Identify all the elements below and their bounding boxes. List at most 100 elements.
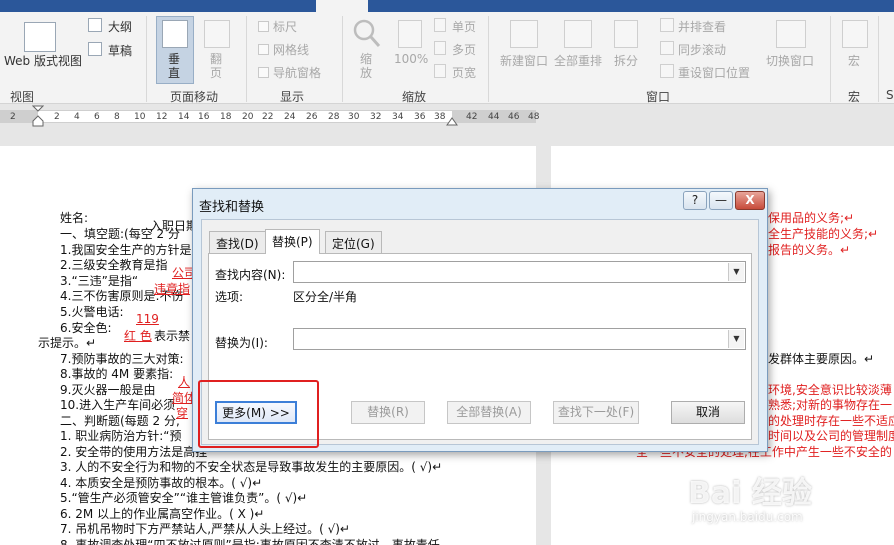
ribbon-tab-bar <box>0 0 894 12</box>
gridlines-label: 网格线 <box>273 43 310 57</box>
multi-page-icon <box>434 41 446 55</box>
one-page-icon <box>434 18 446 32</box>
hundred-percent-button[interactable]: 100% <box>394 52 428 66</box>
page-width-button[interactable]: 页宽 <box>452 64 476 81</box>
options-label: 选项: <box>215 290 244 304</box>
group-divider <box>146 16 147 102</box>
document-line: 10.进入生产车间必须 <box>60 398 176 412</box>
tab-view-active[interactable] <box>316 0 368 12</box>
reset-position-button[interactable]: 重设窗口位置 <box>678 64 750 81</box>
ruler-label: 标尺 <box>273 20 298 34</box>
draft-icon <box>88 42 102 56</box>
document-line: 8.事故的 4M 要素指: <box>60 367 174 381</box>
ruler-tick-label: 48 <box>528 112 540 122</box>
side-by-side-button[interactable]: 并排查看 <box>678 18 726 35</box>
help-button[interactable]: ? <box>683 191 707 210</box>
reset-position-icon <box>660 64 674 78</box>
ruler-tick-label: 22 <box>262 112 274 122</box>
replace-button[interactable]: 替换(R) <box>351 401 425 424</box>
document-line: 8. 事故调查处理“四不放过原则”是指:事故原因不查清不放过、事故责任 <box>60 538 440 545</box>
zoom-button[interactable]: 缩放 <box>360 52 374 80</box>
switch-windows-icon <box>776 20 806 48</box>
close-button[interactable]: X <box>735 191 765 210</box>
document-line: 保用品的义务;↵ <box>768 211 855 225</box>
replace-all-button[interactable]: 全部替换(A) <box>447 401 531 424</box>
violations-fragment: 违章指 <box>154 282 191 296</box>
watermark-logo: Bai 经验 <box>688 476 812 511</box>
ruler-tick-label: 4 <box>74 112 80 122</box>
cancel-button[interactable]: 取消 <box>671 401 745 424</box>
side-by-side-icon <box>660 18 674 32</box>
right-indent-marker-icon[interactable] <box>446 116 458 126</box>
document-line: 示提示。↵ <box>38 336 97 350</box>
group-label-macros: 宏 <box>848 90 861 104</box>
group-divider <box>342 16 343 102</box>
ruler-tick-label: 46 <box>508 112 520 122</box>
ruler-tick-label: 18 <box>220 112 232 122</box>
outline-button[interactable]: 大纲 <box>108 18 132 35</box>
sync-scroll-button[interactable]: 同步滚动 <box>678 41 726 58</box>
document-line: 5.火警电话: <box>60 305 124 319</box>
document-line: 1. 职业病防治方针:“预 <box>60 429 182 443</box>
indent-marker-icon[interactable] <box>32 105 44 127</box>
ruler-tick-label: 32 <box>370 112 382 122</box>
one-page-button[interactable]: 单页 <box>452 18 476 35</box>
checkbox-icon <box>258 44 269 55</box>
ruler-tick-label: 10 <box>134 112 146 122</box>
document-line: 发群体主要原因。↵ <box>768 352 875 366</box>
ruler-tick-label: 26 <box>306 112 318 122</box>
ruler-checkbox[interactable]: 标尺 <box>258 18 297 35</box>
tab-replace[interactable]: 替换(P) <box>265 229 320 254</box>
checkbox-icon <box>258 67 269 78</box>
new-window-button[interactable]: 新建窗口 <box>500 52 548 69</box>
ruler-tick-label: 42 <box>466 112 478 122</box>
chevron-down-icon[interactable]: ▼ <box>728 263 744 281</box>
arrange-all-button[interactable]: 全部重排 <box>554 52 602 69</box>
nav-pane-checkbox[interactable]: 导航窗格 <box>258 64 321 81</box>
document-line: 熟悉;对新的事物存在一 <box>768 398 893 412</box>
ruler-tick-label: 30 <box>348 112 360 122</box>
page-width-icon <box>434 64 446 78</box>
ruler-tick-label: 2 <box>54 112 60 122</box>
chevron-down-icon[interactable]: ▼ <box>728 330 744 348</box>
replace-input[interactable]: ▼ <box>293 328 746 350</box>
document-line: 3. 人的不安全行为和物的不安全状态是导致事故发生的主要原因。( √)↵ <box>60 460 443 474</box>
horizontal-ruler[interactable]: 2 2 4 6 8 10 12 14 16 18 20 22 24 26 28 30 32 34 36 38 42 44 4… <box>0 105 894 127</box>
draft-button[interactable]: 草稿 <box>108 42 132 59</box>
ruler-tick-label: 14 <box>178 112 190 122</box>
tab-goto[interactable]: 定位(G) <box>325 231 382 253</box>
web-layout-button[interactable]: Web 版式视图 <box>4 52 82 69</box>
highlight-annotation <box>198 380 319 448</box>
side-to-side-button[interactable]: 翻页 <box>210 52 224 80</box>
group-label-window: 窗口 <box>646 90 671 104</box>
group-label-view: 视图 <box>10 90 35 104</box>
document-line: 姓名: <box>60 211 89 225</box>
document-line: 5.“管生产必须管安全”“谁主管谁负责”。( √)↵ <box>60 491 308 505</box>
multi-page-button[interactable]: 多页 <box>452 41 476 58</box>
document-line: 时间以及公司的管理制度 <box>768 429 894 443</box>
ruler-tick-label: 24 <box>284 112 296 122</box>
split-icon <box>614 20 638 48</box>
side-to-side-icon <box>204 20 230 48</box>
macro-button[interactable]: 宏 <box>848 52 860 69</box>
outline-icon <box>88 18 102 32</box>
fire-number-fragment: 119 <box>136 312 159 326</box>
minimize-button[interactable]: — <box>709 191 733 210</box>
watermark-url: jingyan.baidu.com <box>692 510 803 524</box>
switch-windows-button[interactable]: 切换窗口 <box>766 52 814 69</box>
document-line: 7. 吊机吊物时下方严禁站人,严禁从人头上经过。( √)↵ <box>60 522 350 536</box>
group-divider <box>878 16 879 102</box>
vertical-button[interactable]: 垂直 <box>168 52 182 80</box>
name-field-tail: 入职日期 <box>150 219 199 233</box>
group-divider <box>246 16 247 102</box>
split-button[interactable]: 拆分 <box>614 52 638 69</box>
ruler-tick-label: 20 <box>242 112 254 122</box>
ruler-tick-label: 16 <box>198 112 210 122</box>
baidu-watermark: Bai 经验 jingyan.baidu.com <box>688 468 888 544</box>
ruler-tick-label: 6 <box>94 112 100 122</box>
find-input[interactable]: ▼ <box>293 261 746 283</box>
tab-find[interactable]: 查找(D) <box>209 231 266 253</box>
gridlines-checkbox[interactable]: 网格线 <box>258 41 309 58</box>
find-next-button[interactable]: 查找下一处(F) <box>553 401 639 424</box>
ruler-tick-label: 8 <box>114 112 120 122</box>
